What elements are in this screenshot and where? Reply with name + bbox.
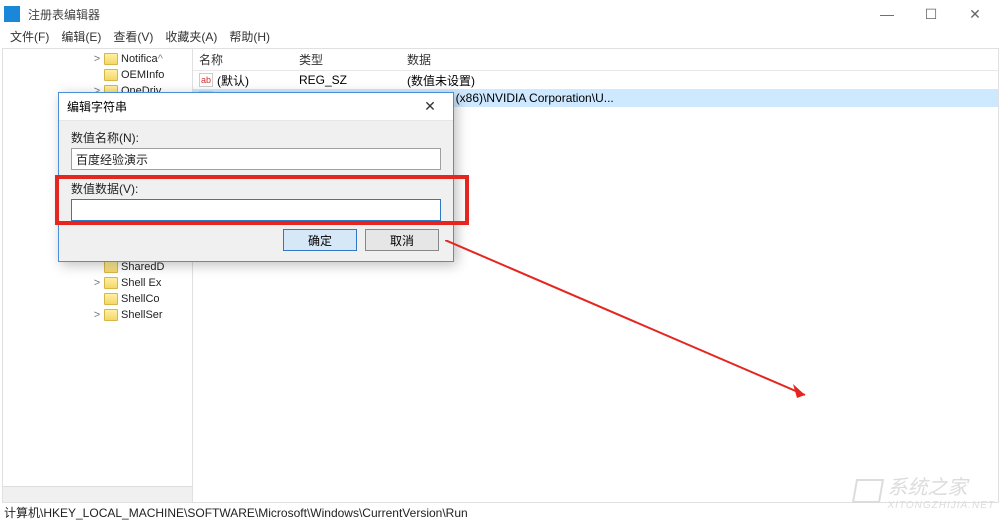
edit-string-dialog: 编辑字符串 ✕ 数值名称(N): 数值数据(V): 确定 取消 (58, 92, 454, 262)
value-name-label: 数值名称(N): (71, 129, 441, 146)
value-data-input[interactable] (71, 199, 441, 221)
value-data-label: 数值数据(V): (71, 180, 441, 197)
folder-icon (104, 69, 118, 81)
col-data[interactable]: 数据 (401, 51, 998, 68)
tree-item-label: Shell Ex (121, 277, 161, 289)
tree-item[interactable]: >Notifica ^ (3, 51, 192, 67)
tree-item-label: OEMInfo (121, 69, 164, 81)
menu-edit[interactable]: 编辑(E) (57, 28, 105, 48)
menubar: 文件(F) 编辑(E) 查看(V) 收藏夹(A) 帮助(H) (0, 28, 1001, 48)
menu-help[interactable]: 帮助(H) (225, 28, 274, 48)
expand-toggle-icon[interactable]: > (91, 309, 103, 321)
folder-icon (104, 261, 118, 273)
cell-name: ab(默认) (193, 72, 293, 89)
regedit-icon (4, 6, 20, 22)
value-name-input[interactable] (71, 148, 441, 170)
col-type[interactable]: 类型 (293, 51, 401, 68)
expand-toggle-icon[interactable]: > (91, 277, 103, 289)
menu-view[interactable]: 查看(V) (109, 28, 157, 48)
folder-icon (104, 309, 118, 321)
tree-item[interactable]: OEMInfo (3, 67, 192, 83)
cell-type: REG_SZ (293, 73, 401, 87)
menu-file[interactable]: 文件(F) (6, 28, 53, 48)
tree-item-label: ShellCo (121, 293, 160, 305)
tree-item[interactable]: > Shell Ex (3, 275, 192, 291)
list-header: 名称 类型 数据 (193, 49, 998, 71)
folder-icon (104, 53, 118, 65)
titlebar: 注册表编辑器 — ☐ ✕ (0, 0, 1001, 28)
status-bar: 计算机\HKEY_LOCAL_MACHINE\SOFTWARE\Microsof… (0, 503, 1001, 521)
menu-favorites[interactable]: 收藏夹(A) (161, 28, 221, 48)
folder-icon (104, 277, 118, 289)
expand-toggle-icon[interactable]: > (91, 53, 103, 65)
window-title: 注册表编辑器 (28, 6, 100, 23)
ok-button[interactable]: 确定 (283, 229, 357, 251)
col-name[interactable]: 名称 (193, 51, 293, 68)
cell-data: am Files (x86)\NVIDIA Corporation\U... (401, 91, 998, 105)
dialog-close-button[interactable]: ✕ (415, 98, 445, 115)
tree-item-label: ShellSer (121, 309, 163, 321)
cell-data: (数值未设置) (401, 72, 998, 89)
dialog-title: 编辑字符串 (67, 98, 127, 115)
tree-item[interactable]: > ShellSer (3, 307, 192, 323)
tree-item-label: Notifica (121, 53, 158, 65)
dialog-titlebar[interactable]: 编辑字符串 ✕ (59, 93, 453, 121)
status-path: 计算机\HKEY_LOCAL_MACHINE\SOFTWARE\Microsof… (4, 504, 468, 521)
minimize-button[interactable]: — (865, 0, 909, 28)
tree-item-label: SharedD (121, 261, 164, 273)
list-row[interactable]: ab(默认)REG_SZ(数值未设置) (193, 71, 998, 89)
string-value-icon: ab (199, 73, 213, 87)
tree-item[interactable]: ShellCo (3, 291, 192, 307)
close-button[interactable]: ✕ (953, 0, 997, 28)
folder-icon (104, 293, 118, 305)
maximize-button[interactable]: ☐ (909, 0, 953, 28)
tree-hscrollbar[interactable] (3, 486, 192, 502)
cancel-button[interactable]: 取消 (365, 229, 439, 251)
